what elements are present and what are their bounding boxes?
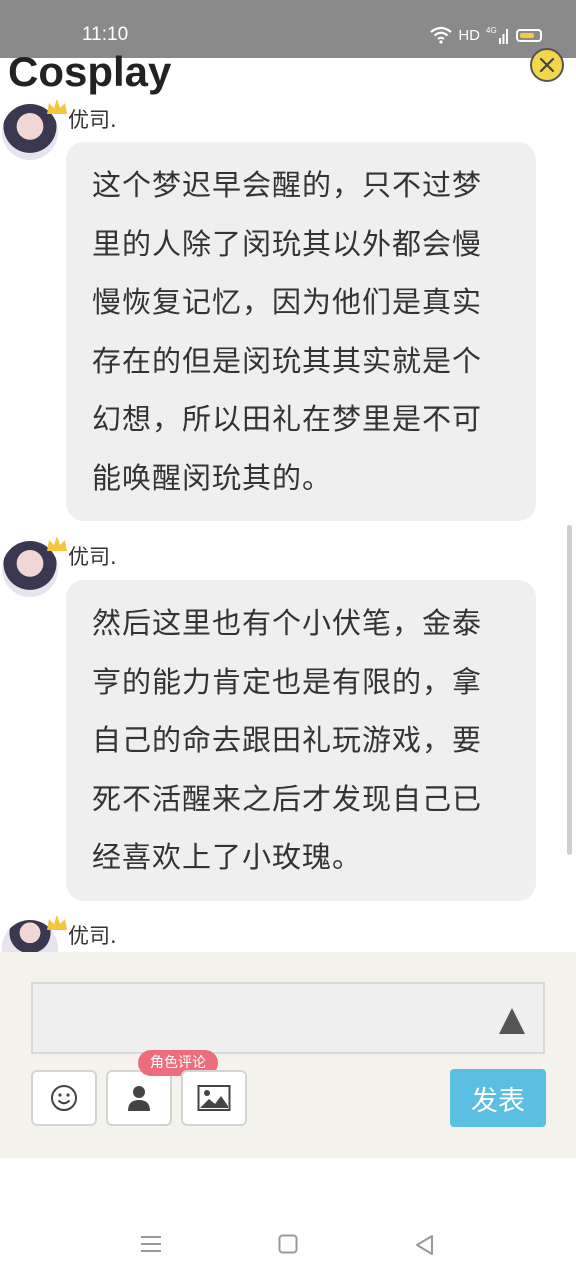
crown-icon — [47, 915, 67, 930]
back-icon[interactable] — [414, 1234, 434, 1256]
network-type-label: HD — [458, 26, 480, 44]
send-button[interactable]: 发表 — [450, 1069, 546, 1127]
menu-icon[interactable] — [140, 1234, 162, 1254]
smiley-icon — [51, 1085, 77, 1111]
cell-signal-icon: 4G — [486, 26, 508, 44]
status-icons: HD 4G — [430, 24, 542, 46]
comment-input[interactable] — [31, 982, 545, 1054]
crown-icon — [47, 99, 67, 114]
status-time: 11:10 — [82, 24, 129, 45]
message-line: 亨的能力肯定也是有限的，拿 — [92, 664, 483, 699]
message-line: 死不活醒来之后才发现自己已 — [92, 781, 483, 816]
close-button[interactable] — [530, 48, 564, 82]
message-line: 存在的但是闵玧其其实就是个 — [92, 343, 483, 378]
message-line: 然后这里也有个小伏笔，金泰 — [92, 606, 483, 640]
username[interactable]: 优司. — [68, 920, 117, 950]
message-line: 能唤醒闵玧其的。 — [92, 460, 333, 495]
home-icon[interactable] — [278, 1234, 298, 1254]
username[interactable]: 优司. — [68, 104, 117, 134]
page-title: Cosplay — [8, 48, 172, 95]
scrollbar[interactable] — [567, 525, 572, 855]
battery-icon — [516, 28, 542, 42]
message-line: 这个梦迟早会醒的，只不过梦 — [92, 168, 483, 202]
triangle-up-icon[interactable] — [499, 1008, 525, 1034]
message-bubble: 然后这里也有个小伏笔，金泰 亨的能力肯定也是有限的，拿 自己的命去跟田礼玩游戏，… — [66, 580, 536, 901]
message-line: 经喜欢上了小玫瑰。 — [92, 840, 363, 874]
image-button[interactable] — [181, 1070, 247, 1126]
message-line: 里的人除了闵玧其以外都会慢 — [92, 226, 483, 261]
message-line: 慢恢复记忆，因为他们是真实 — [92, 285, 483, 319]
role-button[interactable] — [106, 1070, 172, 1126]
person-icon — [128, 1086, 150, 1111]
close-icon — [539, 57, 555, 73]
message-bubble: 这个梦迟早会醒的，只不过梦 里的人除了闵玧其以外都会慢 慢恢复记忆，因为他们是真… — [66, 142, 536, 521]
signal-label: 4G — [486, 26, 497, 35]
comment-composer: 角色评论 发表 — [0, 952, 576, 1158]
crown-icon — [47, 536, 67, 551]
message-header: 优司. — [2, 915, 302, 952]
system-nav-bar — [0, 1158, 576, 1280]
username[interactable]: 优司. — [68, 541, 117, 571]
message-line: 幻想，所以田礼在梦里是不可 — [92, 402, 483, 436]
wifi-icon — [430, 26, 453, 44]
emoji-button[interactable] — [31, 1070, 97, 1126]
image-icon — [197, 1085, 231, 1111]
message-line: 自己的命去跟田礼玩游戏，要 — [92, 723, 483, 757]
